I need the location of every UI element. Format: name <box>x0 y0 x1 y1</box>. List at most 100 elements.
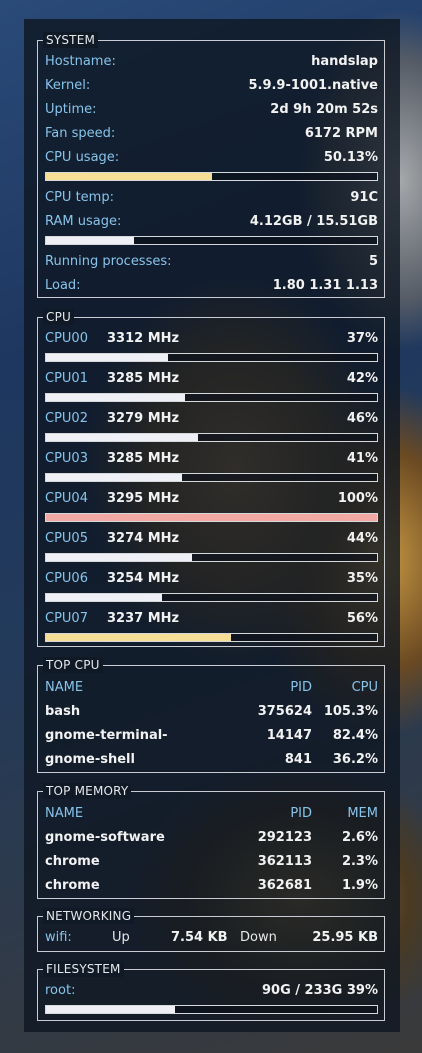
cpu-core-row: CPU07 3237 MHz 56% <box>45 610 378 628</box>
cpu-core-name: CPU03 <box>45 451 88 466</box>
cpu-core-name: CPU05 <box>45 531 88 546</box>
top-memory-header-name: NAME <box>45 806 84 821</box>
top-memory-row: gnome-software 292123 2.6% <box>45 829 378 847</box>
cpu-core-name: CPU07 <box>45 611 88 626</box>
wifi-label: wifi: <box>45 930 72 945</box>
root-label: root: <box>45 983 76 998</box>
root-bar <box>45 1005 378 1014</box>
cpu-core-name: CPU04 <box>45 491 88 506</box>
cpu-core-bar <box>45 633 378 642</box>
cpu-core-name: CPU06 <box>45 571 88 586</box>
cpu-core-row: CPU01 3285 MHz 42% <box>45 370 378 388</box>
cpu-core-bar-fill <box>46 354 169 361</box>
cpu-core-name: CPU01 <box>45 371 88 386</box>
cpu-usage-row: CPU usage: 50.13% <box>45 149 378 167</box>
top-cpu-process-name: bash <box>45 704 81 719</box>
up-value: 7.54 KB <box>171 930 228 945</box>
cpu-core-mhz: 3295 MHz <box>107 491 180 506</box>
cpu-title: CPU <box>43 309 74 325</box>
cpu-core-bar <box>45 353 378 362</box>
top-cpu-process-name: gnome-terminal- <box>45 728 168 743</box>
kernel-row: Kernel: 5.9.9-1001.native <box>45 77 378 95</box>
top-cpu-process-name: gnome-shell <box>45 752 135 767</box>
top-cpu-row: gnome-shell 841 36.2% <box>45 751 378 769</box>
cpu-core-name: CPU02 <box>45 411 88 426</box>
cpu-core-row: CPU00 3312 MHz 37% <box>45 330 378 348</box>
cpu-core-mhz: 3237 MHz <box>107 611 180 626</box>
cpu-core-mhz: 3254 MHz <box>107 571 180 586</box>
kernel-label: Kernel: <box>45 78 91 93</box>
top-cpu-row: bash 375624 105.3% <box>45 703 378 721</box>
top-memory-header-value: MEM <box>347 806 378 821</box>
cpu-core-row: CPU02 3279 MHz 46% <box>45 410 378 428</box>
top-cpu-header-value: CPU <box>351 680 378 695</box>
cpu-core-percent: 56% <box>346 611 378 626</box>
cpu-core-percent: 41% <box>346 451 378 466</box>
ram-label: RAM usage: <box>45 214 122 229</box>
conky-panel: SYSTEM Hostname: handslap Kernel: 5.9.9-… <box>24 19 400 1032</box>
top-cpu-row: gnome-terminal- 14147 82.4% <box>45 727 378 745</box>
cpu-core-percent: 35% <box>346 571 378 586</box>
processes-value: 5 <box>368 254 378 269</box>
top-memory-process-name: chrome <box>45 854 100 869</box>
cpu-core-bar-fill <box>46 394 186 401</box>
top-memory-pid: 292123 <box>257 830 312 845</box>
top-cpu-pid: 841 <box>284 752 312 767</box>
filesystem-section: FILESYSTEM root: 90G / 233G 39% <box>37 961 385 1021</box>
cpu-core-bar <box>45 393 378 402</box>
cpu-section: CPU CPU00 3312 MHz 37% CPU01 3285 MHz 42% CPU0… <box>37 309 385 647</box>
top-memory-row: chrome 362113 2.3% <box>45 853 378 871</box>
uptime-value: 2d 9h 20m 52s <box>270 102 378 117</box>
up-label: Up <box>112 930 130 945</box>
cpu-temp-row: CPU temp: 91C <box>45 189 378 207</box>
top-memory-section: TOP MEMORY NAME PID MEM gnome-software 29… <box>37 783 385 899</box>
uptime-label: Uptime: <box>45 102 97 117</box>
top-cpu-header-name: NAME <box>45 680 84 695</box>
cpu-core-bar-fill <box>46 474 182 481</box>
ram-bar-fill <box>46 237 135 244</box>
top-cpu-header: NAME PID CPU <box>45 679 378 697</box>
fan-value: 6172 RPM <box>304 126 378 141</box>
cpu-core-row: CPU06 3254 MHz 35% <box>45 570 378 588</box>
cpu-usage-label: CPU usage: <box>45 150 120 165</box>
ram-value: 4.12GB / 15.51GB <box>249 214 378 229</box>
networking-section: NETWORKING wifi: Up 7.54 KB Down 25.95 K… <box>37 908 385 952</box>
cpu-core-percent: 44% <box>346 531 378 546</box>
load-value: 1.80 1.31 1.13 <box>272 278 378 293</box>
cpu-core-bar <box>45 593 378 602</box>
top-cpu-section: TOP CPU NAME PID CPU bash 375624 105.3% gno… <box>37 657 385 773</box>
filesystem-title: FILESYSTEM <box>43 961 124 977</box>
cpu-core-mhz: 3285 MHz <box>107 451 180 466</box>
cpu-core-percent: 46% <box>346 411 378 426</box>
load-label: Load: <box>45 278 81 293</box>
cpu-usage-value: 50.13% <box>323 150 378 165</box>
top-memory-pid: 362113 <box>257 854 312 869</box>
networking-title: NETWORKING <box>43 908 135 924</box>
down-value: 25.95 KB <box>312 930 378 945</box>
root-bar-fill <box>46 1006 176 1013</box>
cpu-core-bar-fill <box>46 434 199 441</box>
cpu-core-bar-fill <box>46 634 232 641</box>
top-memory-header-pid: PID <box>290 806 312 821</box>
processes-row: Running processes: 5 <box>45 253 378 271</box>
processes-label: Running processes: <box>45 254 172 269</box>
cpu-core-bar-fill <box>46 554 192 561</box>
cpu-usage-bar <box>45 172 378 181</box>
cpu-usage-bar-fill <box>46 173 212 180</box>
cpu-temp-label: CPU temp: <box>45 190 114 205</box>
top-cpu-pid: 14147 <box>266 728 312 743</box>
cpu-core-row: CPU05 3274 MHz 44% <box>45 530 378 548</box>
top-memory-process-name: chrome <box>45 878 100 893</box>
cpu-core-mhz: 3312 MHz <box>107 331 180 346</box>
hostname-label: Hostname: <box>45 54 116 69</box>
cpu-core-bar <box>45 473 378 482</box>
top-memory-title: TOP MEMORY <box>43 783 132 799</box>
cpu-core-bar-fill <box>46 594 162 601</box>
top-cpu-value: 36.2% <box>332 752 378 767</box>
top-memory-row: chrome 362681 1.9% <box>45 877 378 895</box>
kernel-value: 5.9.9-1001.native <box>248 78 378 93</box>
root-row: root: 90G / 233G 39% <box>45 982 378 1000</box>
cpu-core-bar-fill <box>46 514 377 521</box>
top-memory-process-name: gnome-software <box>45 830 165 845</box>
cpu-core-mhz: 3285 MHz <box>107 371 180 386</box>
